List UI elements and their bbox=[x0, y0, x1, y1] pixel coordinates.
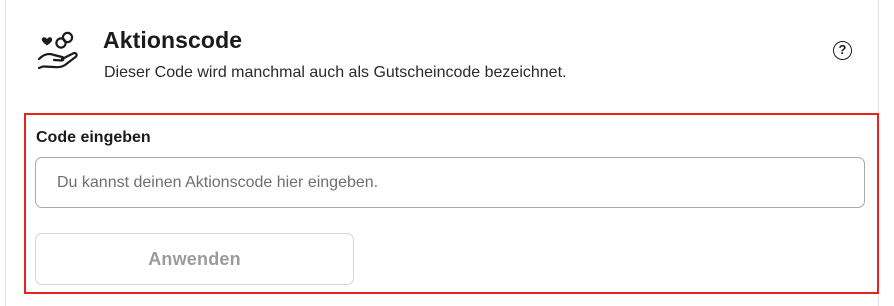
section-description: Dieser Code wird manchmal auch als Gutsc… bbox=[104, 64, 567, 81]
code-field-label: Code eingeben bbox=[36, 129, 151, 146]
hand-with-coin-and-heart-icon bbox=[37, 31, 78, 70]
page-title: Aktionscode bbox=[103, 27, 243, 53]
promo-code-input[interactable] bbox=[35, 157, 865, 208]
question-circle-icon[interactable]: ? bbox=[833, 41, 852, 60]
apply-button[interactable]: Anwenden bbox=[35, 233, 354, 285]
